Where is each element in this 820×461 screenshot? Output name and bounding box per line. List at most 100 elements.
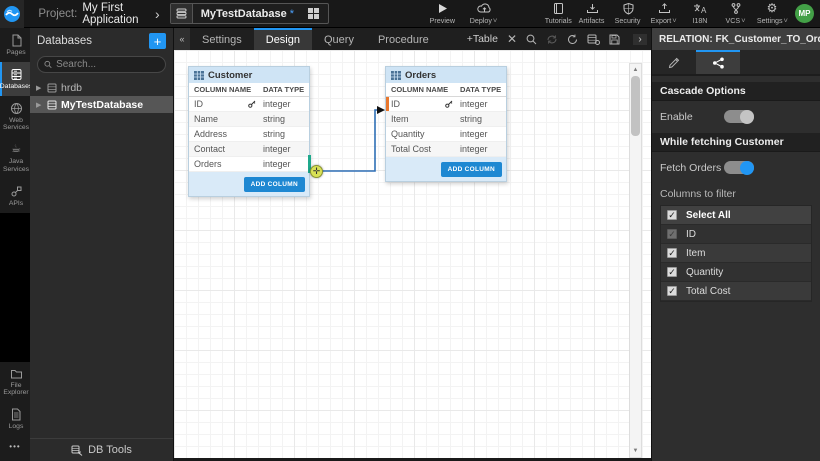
table-row-fk-target[interactable]: ID integer <box>386 97 506 112</box>
deploy-label: Deploy <box>470 16 492 25</box>
tab-edit-relation[interactable] <box>652 50 696 74</box>
vcs-label: VCS <box>726 16 741 25</box>
table-row[interactable]: Quantity integer <box>386 127 506 142</box>
filter-row-quantity[interactable]: ✓ Quantity <box>661 263 811 282</box>
sync-disabled-icon[interactable] <box>546 34 558 45</box>
database-icon <box>47 100 57 110</box>
table-orders-header[interactable]: Orders <box>386 67 506 83</box>
table-row[interactable]: ID integer <box>189 97 309 112</box>
table-orders[interactable]: Orders COLUMN NAME DATA TYPE ID integer <box>385 66 507 182</box>
table-customer[interactable]: Customer COLUMN NAME DATA TYPE ID intege… <box>188 66 310 197</box>
more-options-icon[interactable]: ••• <box>0 436 30 461</box>
scroll-down-icon[interactable]: ▼ <box>633 445 639 457</box>
pages-icon <box>10 34 23 47</box>
db-tools-label: DB Tools <box>88 444 132 456</box>
pages-label: Pages <box>6 49 25 57</box>
cascade-options-header: Cascade Options <box>652 82 820 101</box>
save-icon[interactable] <box>609 34 620 45</box>
filter-row-select-all[interactable]: ✓ Select All <box>661 206 811 225</box>
design-canvas[interactable]: Customer COLUMN NAME DATA TYPE ID intege… <box>174 50 651 458</box>
checkbox-checked-icon[interactable]: ✓ <box>667 286 677 296</box>
filter-row-total-cost[interactable]: ✓ Total Cost <box>661 282 811 301</box>
tab-relation-settings[interactable] <box>696 50 740 74</box>
zoom-search-icon[interactable] <box>526 34 537 45</box>
db-tools-button[interactable]: DB Tools <box>30 438 173 461</box>
column-name: Address <box>189 129 261 139</box>
tab-procedure[interactable]: Procedure <box>366 28 441 50</box>
tab-design[interactable]: Design <box>254 28 312 50</box>
sidebar-item-file-explorer[interactable]: File Explorer <box>0 362 30 403</box>
sidebar-item-apis[interactable]: APIs <box>0 179 30 213</box>
filter-row-item[interactable]: ✓ Item <box>661 244 811 263</box>
artifacts-button[interactable]: Artifacts <box>575 0 609 28</box>
sidebar-item-pages[interactable]: Pages <box>0 28 30 62</box>
filter-row-id[interactable]: ✓ ID <box>661 225 811 244</box>
checkbox-disabled-icon: ✓ <box>667 229 677 239</box>
expand-caret-icon[interactable]: ▶ <box>36 84 43 92</box>
sidebar-item-java-services[interactable]: ☕ Java Services <box>0 137 30 179</box>
table-row[interactable]: Total Cost integer <box>386 142 506 157</box>
sidebar-item-logs[interactable]: Logs <box>0 402 30 436</box>
database-stack-icon[interactable] <box>171 4 193 23</box>
dashboard-grid-icon[interactable] <box>302 8 324 19</box>
checkbox-checked-icon[interactable]: ✓ <box>667 248 677 258</box>
filter-label: Select All <box>686 210 731 221</box>
table-row[interactable]: Address string <box>189 127 309 142</box>
logs-icon <box>10 408 22 421</box>
refresh-icon[interactable] <box>567 34 578 45</box>
database-tab[interactable]: MyTestDatabase * <box>170 3 329 24</box>
add-column-button[interactable]: ADD COLUMN <box>244 177 305 192</box>
delete-icon[interactable]: ✕ <box>507 32 517 46</box>
table-customer-header[interactable]: Customer <box>189 67 309 83</box>
col-header-name: COLUMN NAME <box>189 85 261 94</box>
vcs-button[interactable]: VCS˅ <box>719 0 753 28</box>
expand-right-panel-button[interactable]: › <box>633 34 647 45</box>
preview-button[interactable]: Preview <box>425 0 459 28</box>
fetch-orders-toggle[interactable] <box>724 161 754 174</box>
settings-button[interactable]: ⚙ Settings˅ <box>755 0 789 28</box>
canvas-vertical-scrollbar[interactable]: ▲ ▼ <box>629 63 642 458</box>
user-avatar[interactable]: MP <box>795 4 814 23</box>
add-database-button[interactable]: + <box>149 33 166 49</box>
table-icon <box>391 71 401 80</box>
tree-item-mytestdatabase[interactable]: ▶ MyTestDatabase <box>30 96 173 113</box>
export-button[interactable]: Export˅ <box>647 0 681 28</box>
search-input[interactable] <box>56 59 159 70</box>
add-table-button[interactable]: +Table <box>467 33 498 45</box>
enable-toggle[interactable] <box>724 110 754 123</box>
table-row[interactable]: Orders integer <box>189 157 309 172</box>
relation-drag-handle[interactable]: ✛ <box>310 165 323 178</box>
checkbox-checked-icon[interactable]: ✓ <box>667 267 677 277</box>
i18n-button[interactable]: A I18N <box>683 0 717 28</box>
tab-settings[interactable]: Settings <box>190 28 254 50</box>
fk-highlight-marker <box>386 97 389 111</box>
table-row[interactable]: Item string <box>386 112 506 127</box>
deploy-button[interactable]: Deploy˅ <box>467 0 501 28</box>
sidebar-item-web-services[interactable]: Web Services <box>0 96 30 138</box>
table-rows: ID integer Name string Address string <box>189 97 309 172</box>
sidebar-item-databases[interactable]: Databases <box>0 62 30 96</box>
update-database-icon[interactable] <box>587 34 600 45</box>
i18n-label: I18N <box>692 16 707 25</box>
table-row[interactable]: Name string <box>189 112 309 127</box>
scroll-up-icon[interactable]: ▲ <box>633 64 639 76</box>
add-column-button[interactable]: ADD COLUMN <box>441 162 502 177</box>
scrollbar-thumb[interactable] <box>631 76 640 136</box>
project-breadcrumb[interactable]: Project: My First Application <box>38 2 141 26</box>
databases-icon <box>10 68 23 81</box>
column-type: integer <box>458 99 506 109</box>
tutorials-button[interactable]: Tutorials <box>541 0 575 28</box>
collapse-left-panel-button[interactable]: « <box>174 28 190 50</box>
table-row[interactable]: Contact integer <box>189 142 309 157</box>
tab-query[interactable]: Query <box>312 28 366 50</box>
app-window: Project: My First Application › MyTestDa… <box>0 0 820 461</box>
unsaved-indicator: * <box>290 8 294 20</box>
expand-caret-icon[interactable]: ▶ <box>36 101 43 109</box>
security-button[interactable]: Security <box>611 0 645 28</box>
checkbox-checked-icon[interactable]: ✓ <box>667 210 677 220</box>
database-search[interactable] <box>37 56 166 73</box>
app-logo[interactable] <box>0 0 24 28</box>
java-services-icon: ☕ <box>11 143 21 156</box>
column-name: Name <box>189 114 261 124</box>
tree-item-hrdb[interactable]: ▶ hrdb <box>30 79 173 96</box>
